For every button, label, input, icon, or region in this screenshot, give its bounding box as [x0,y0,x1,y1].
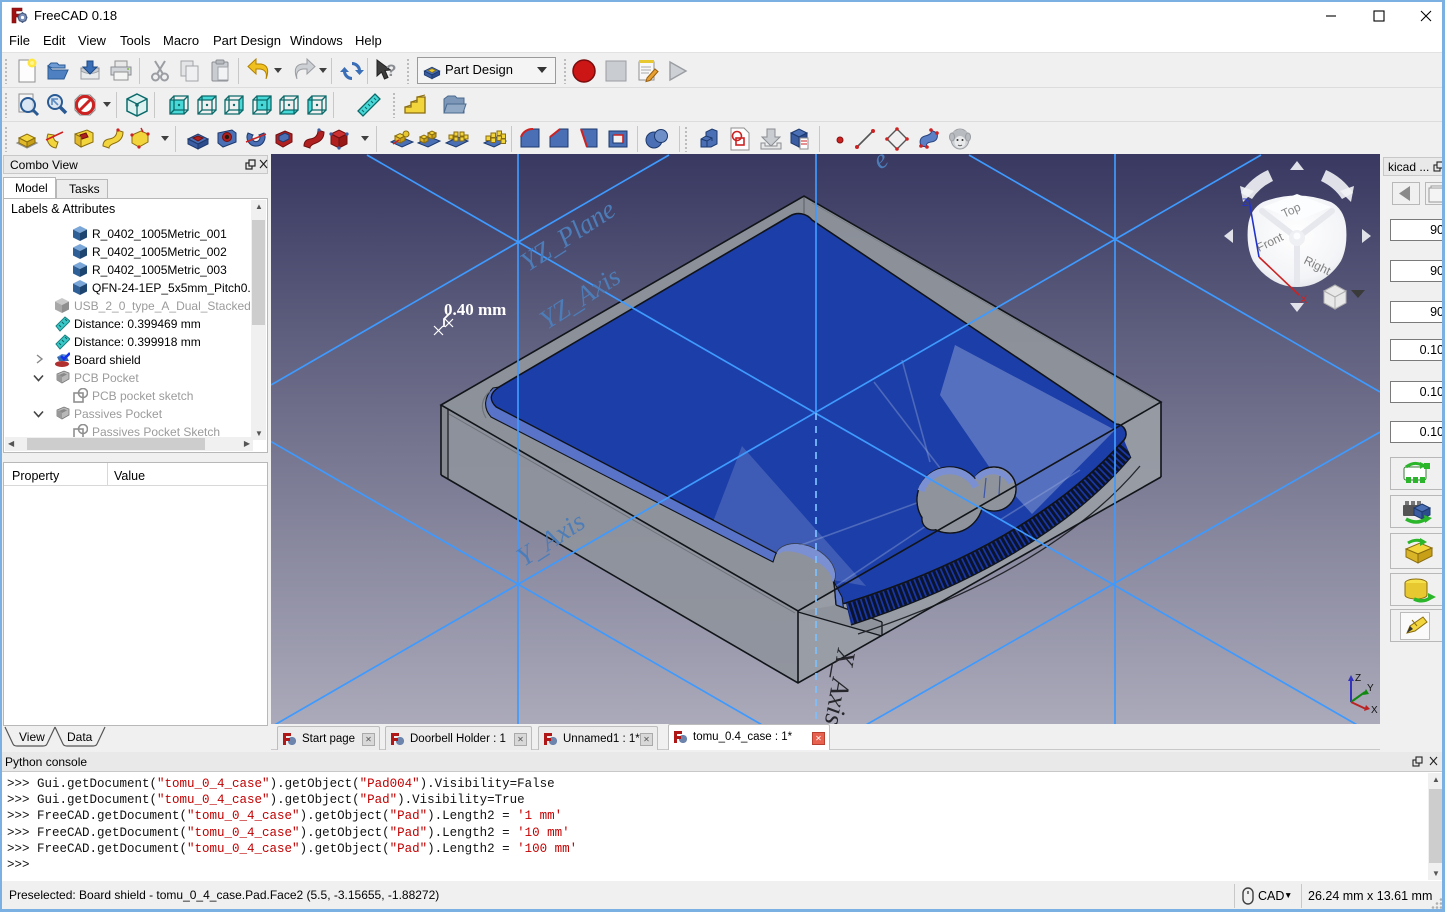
svg-text:Z: Z [1355,673,1361,684]
svg-text:Data: Data [67,730,93,744]
svg-text:Z: Z [1242,197,1249,209]
svg-text:X: X [1300,294,1308,306]
svg-text:X: X [1371,705,1378,716]
svg-text:Y: Y [1367,683,1374,694]
svg-text:?: ? [386,61,396,80]
svg-text:View: View [19,730,45,744]
svg-text:0.40 mm: 0.40 mm [444,300,506,319]
